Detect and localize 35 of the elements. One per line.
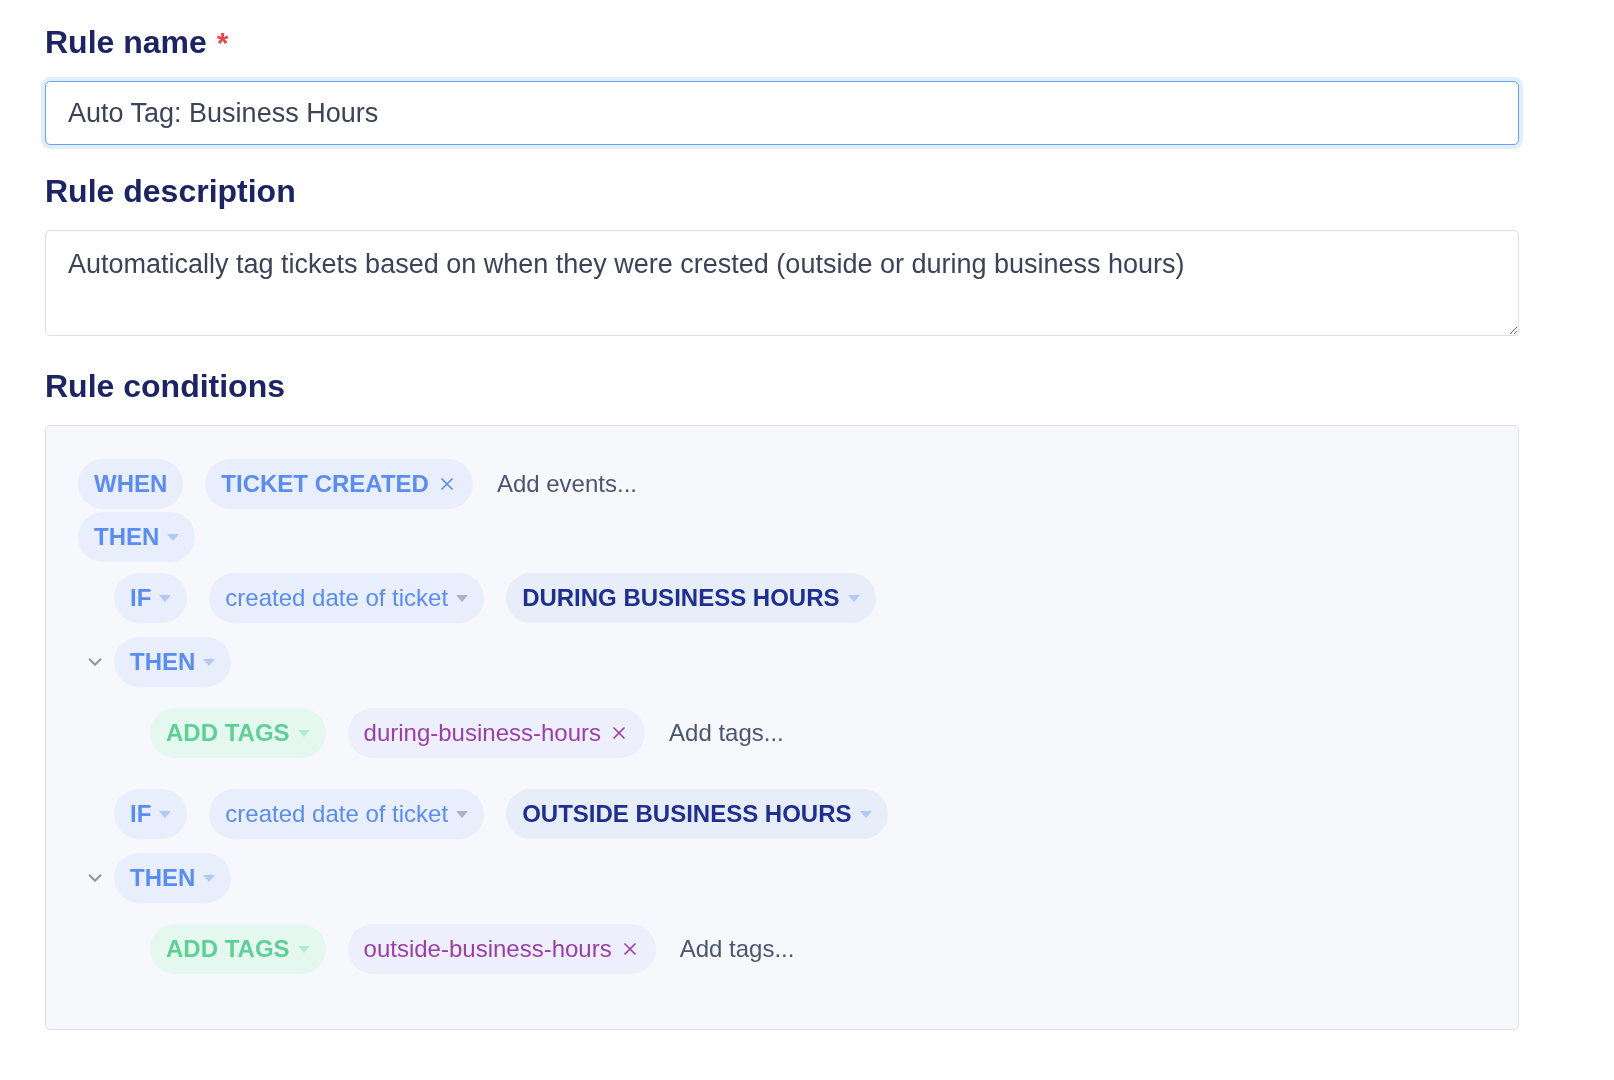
caret-icon (203, 658, 216, 666)
if-dropdown[interactable]: IF (114, 573, 188, 623)
add-tags-input[interactable]: Add tags... (677, 934, 882, 964)
field-dropdown[interactable]: created date of ticket (209, 789, 485, 839)
section-label: Rule conditions (45, 368, 285, 405)
add-events-input[interactable]: Add events... (494, 469, 699, 499)
field-dropdown[interactable]: created date of ticket (209, 573, 485, 623)
field-label: Rule description (45, 173, 296, 210)
value-dropdown[interactable]: DURING BUSINESS HOURS (506, 573, 876, 623)
caret-icon (456, 810, 469, 818)
event-chip[interactable]: TICKET CREATED (205, 459, 473, 509)
value-dropdown[interactable]: OUTSIDE BUSINESS HOURS (506, 789, 888, 839)
rule-name-input[interactable]: Auto Tag: Business Hours (45, 81, 1519, 145)
caret-icon (159, 810, 172, 818)
add-tags-input[interactable]: Add tags... (667, 718, 872, 748)
tag-chip[interactable]: during-business-hours (347, 708, 646, 758)
add-tags-dropdown[interactable]: ADD TAGS (150, 708, 326, 758)
caret-icon (203, 874, 216, 882)
caret-icon (297, 729, 310, 737)
caret-icon (297, 945, 310, 953)
field-label: Rule name (45, 24, 207, 61)
then-dropdown[interactable]: THEN (114, 853, 232, 903)
add-tags-dropdown[interactable]: ADD TAGS (150, 924, 326, 974)
when-pill: WHEN (78, 459, 184, 509)
caret-icon (167, 533, 180, 541)
caret-icon (456, 594, 469, 602)
tag-chip[interactable]: outside-business-hours (347, 924, 656, 974)
caret-icon (159, 594, 172, 602)
rule-description-textarea[interactable]: Automatically tag tickets based on when they were crested (outside or during business hours) (45, 230, 1519, 336)
then-dropdown[interactable]: THEN (78, 512, 196, 562)
caret-icon (847, 594, 860, 602)
then-dropdown[interactable]: THEN (114, 637, 232, 687)
if-dropdown[interactable]: IF (114, 789, 188, 839)
required-mark: * (216, 26, 229, 60)
caret-icon (859, 810, 872, 818)
